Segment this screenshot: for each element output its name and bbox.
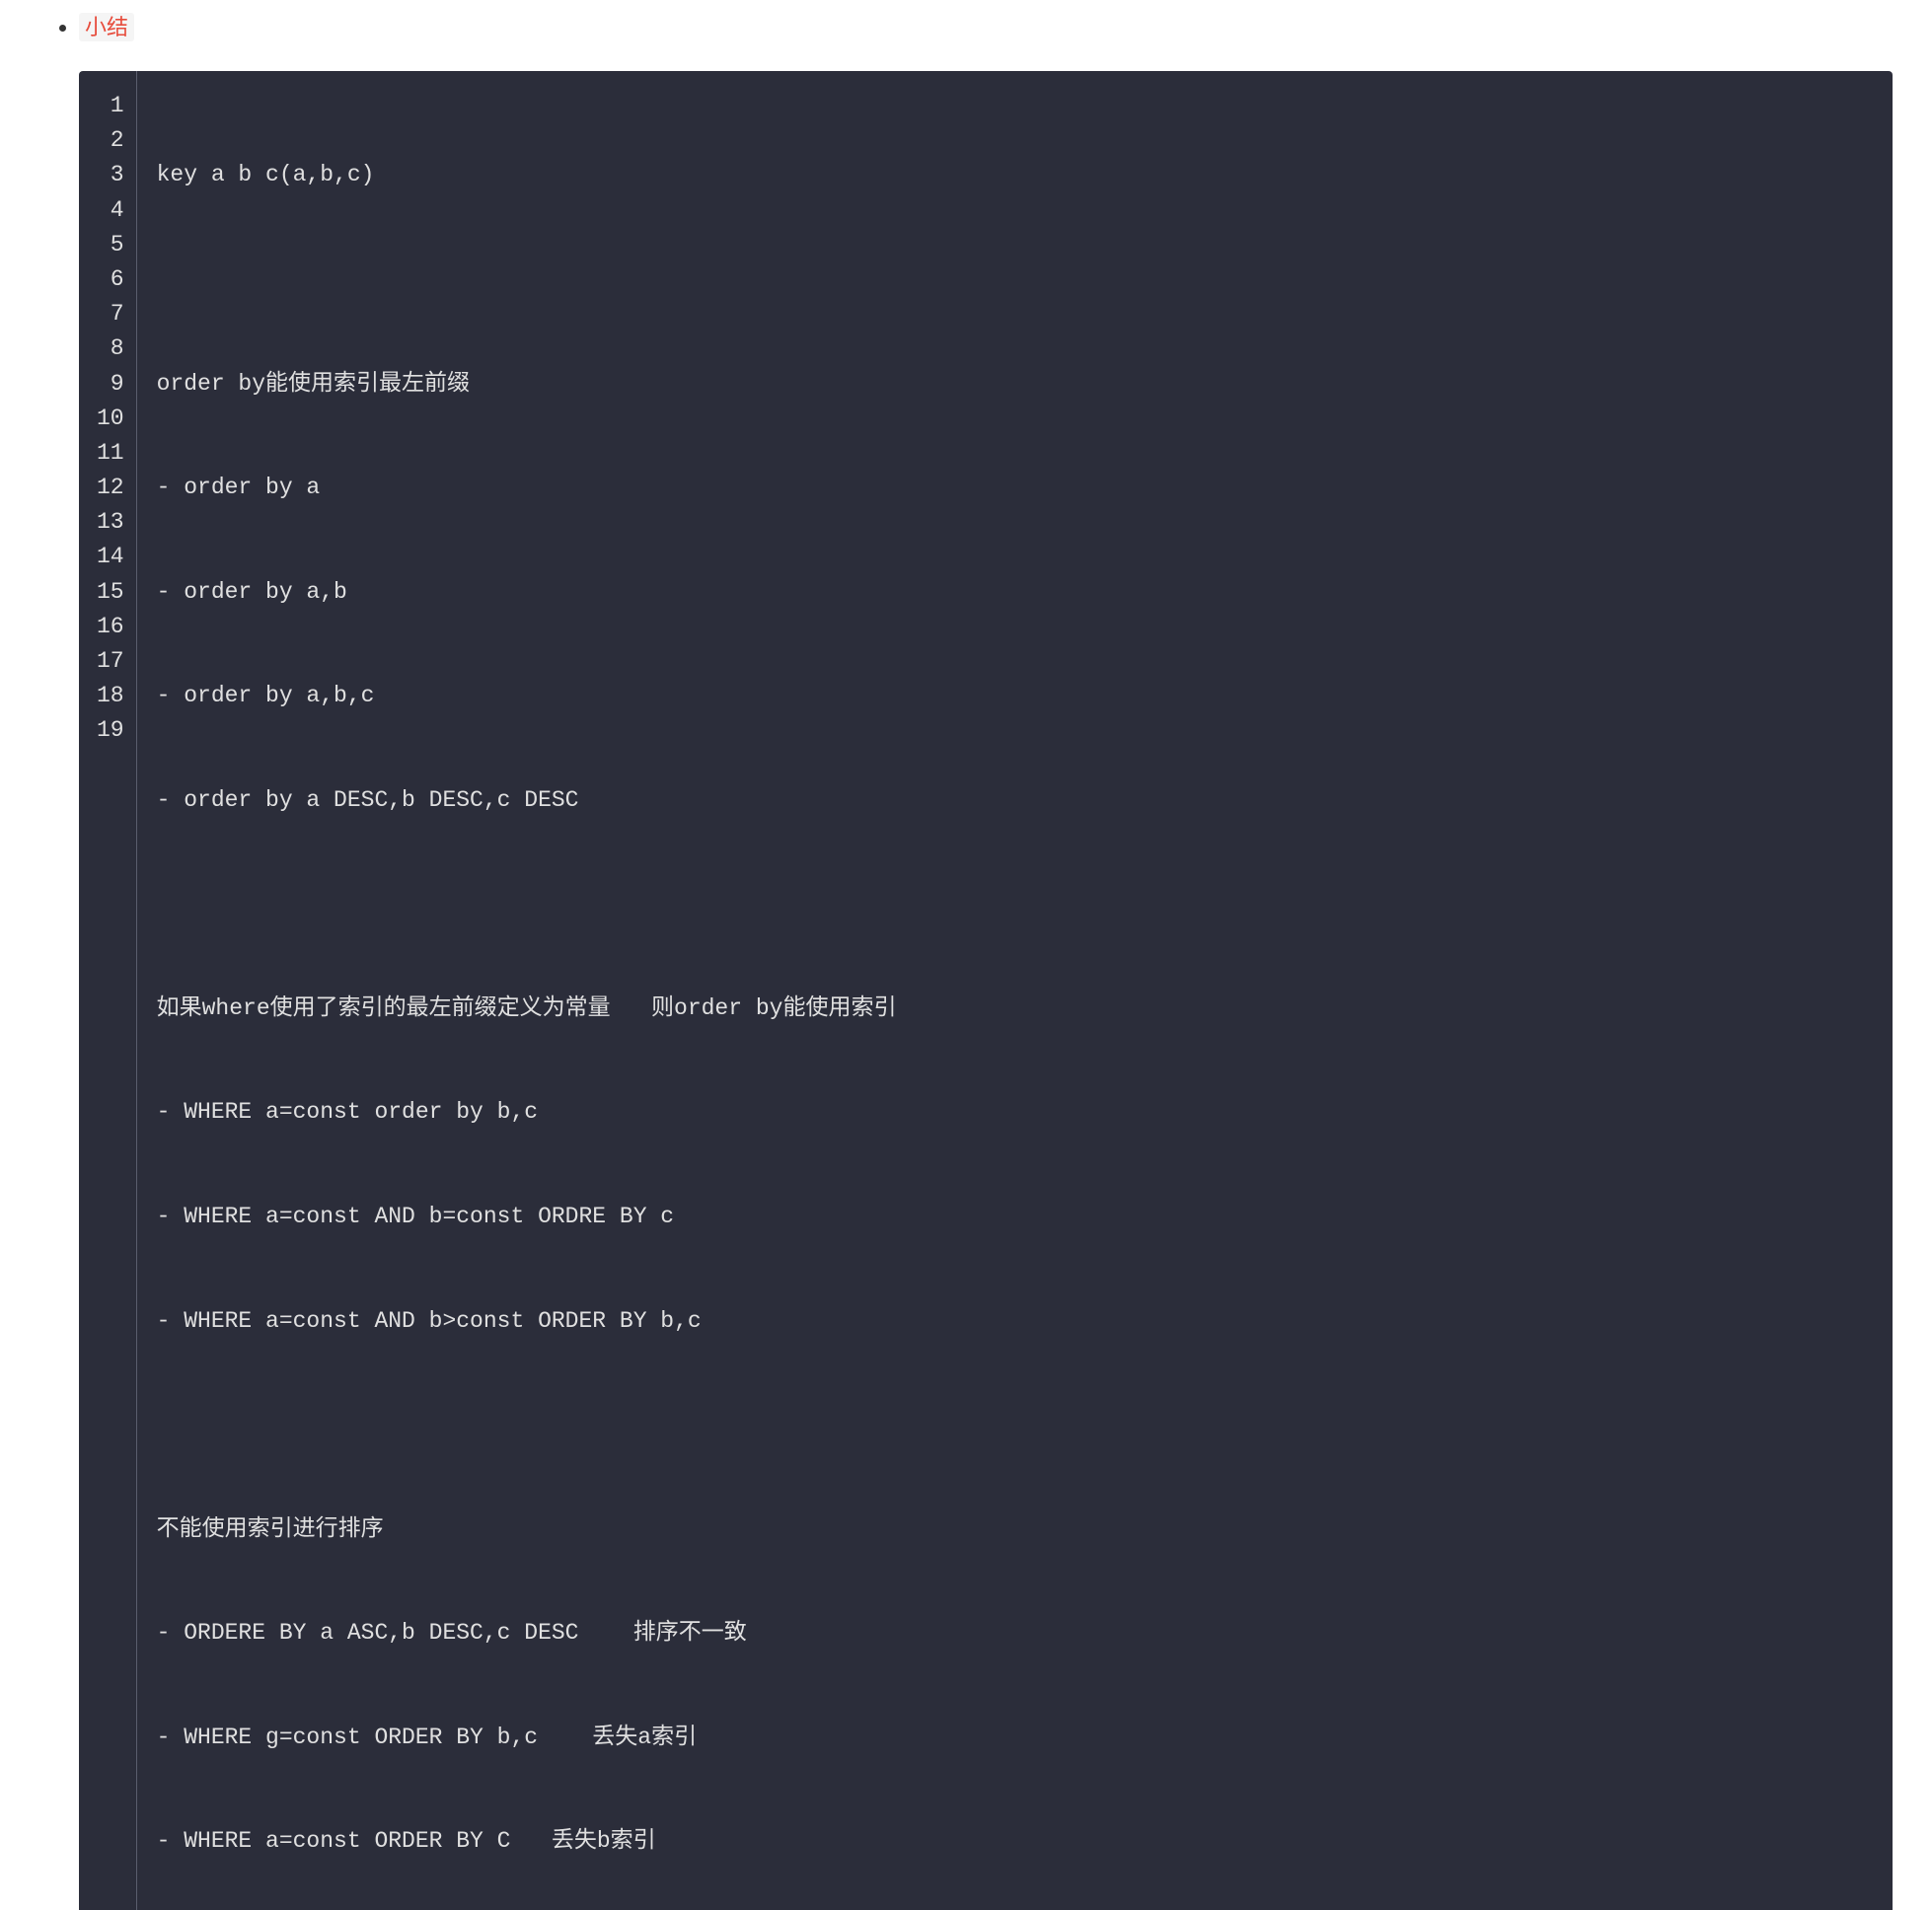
line-number: 8 — [97, 331, 124, 366]
code-line — [157, 262, 1873, 297]
code-line: key a b c(a,b,c) — [157, 158, 1873, 192]
line-number: 16 — [97, 610, 124, 644]
line-number: 17 — [97, 644, 124, 679]
line-number: 13 — [97, 505, 124, 540]
code-line: - order by a — [157, 471, 1873, 505]
line-number: 18 — [97, 679, 124, 713]
code-line — [157, 887, 1873, 921]
code-line — [157, 1408, 1873, 1442]
code-line: order by能使用索引最左前缀 — [157, 367, 1873, 402]
line-number: 12 — [97, 471, 124, 505]
summary-link[interactable]: 小结 — [79, 13, 134, 41]
header-list-item: 小结 — [79, 10, 1893, 41]
line-number: 14 — [97, 540, 124, 574]
code-line: - WHERE a=const AND b>const ORDER BY b,c — [157, 1304, 1873, 1339]
line-number: 10 — [97, 402, 124, 436]
code-line: - WHERE a=const ORDER BY C 丢失b索引 — [157, 1824, 1873, 1859]
line-number: 4 — [97, 193, 124, 228]
line-number: 2 — [97, 123, 124, 158]
header-list: 小结 — [39, 10, 1893, 41]
line-number: 11 — [97, 436, 124, 471]
line-number: 1 — [97, 89, 124, 123]
code-line: - WHERE a=const order by b,c — [157, 1095, 1873, 1130]
line-number: 7 — [97, 297, 124, 331]
line-number: 6 — [97, 262, 124, 297]
line-number: 9 — [97, 367, 124, 402]
line-number: 19 — [97, 713, 124, 748]
code-line: - WHERE g=const ORDER BY b,c 丢失a索引 — [157, 1721, 1873, 1755]
code-line: - ORDERE BY a ASC,b DESC,c DESC 排序不一致 — [157, 1616, 1873, 1651]
code-line: - WHERE a=const AND b=const ORDRE BY c — [157, 1200, 1873, 1234]
code-line: - order by a,b,c — [157, 679, 1873, 713]
code-content: key a b c(a,b,c) order by能使用索引最左前缀 - ord… — [137, 71, 1893, 1910]
code-line: - order by a,b — [157, 575, 1873, 610]
code-line: 不能使用索引进行排序 — [157, 1512, 1873, 1547]
code-line: - order by a DESC,b DESC,c DESC — [157, 783, 1873, 818]
line-number: 15 — [97, 575, 124, 610]
line-number: 5 — [97, 228, 124, 262]
line-number-gutter: 1 2 3 4 5 6 7 8 9 10 11 12 13 14 15 16 1… — [79, 71, 137, 1910]
code-line: 如果where使用了索引的最左前缀定义为常量 则order by能使用索引 — [157, 992, 1873, 1026]
code-block: 1 2 3 4 5 6 7 8 9 10 11 12 13 14 15 16 1… — [79, 71, 1893, 1910]
line-number: 3 — [97, 158, 124, 192]
